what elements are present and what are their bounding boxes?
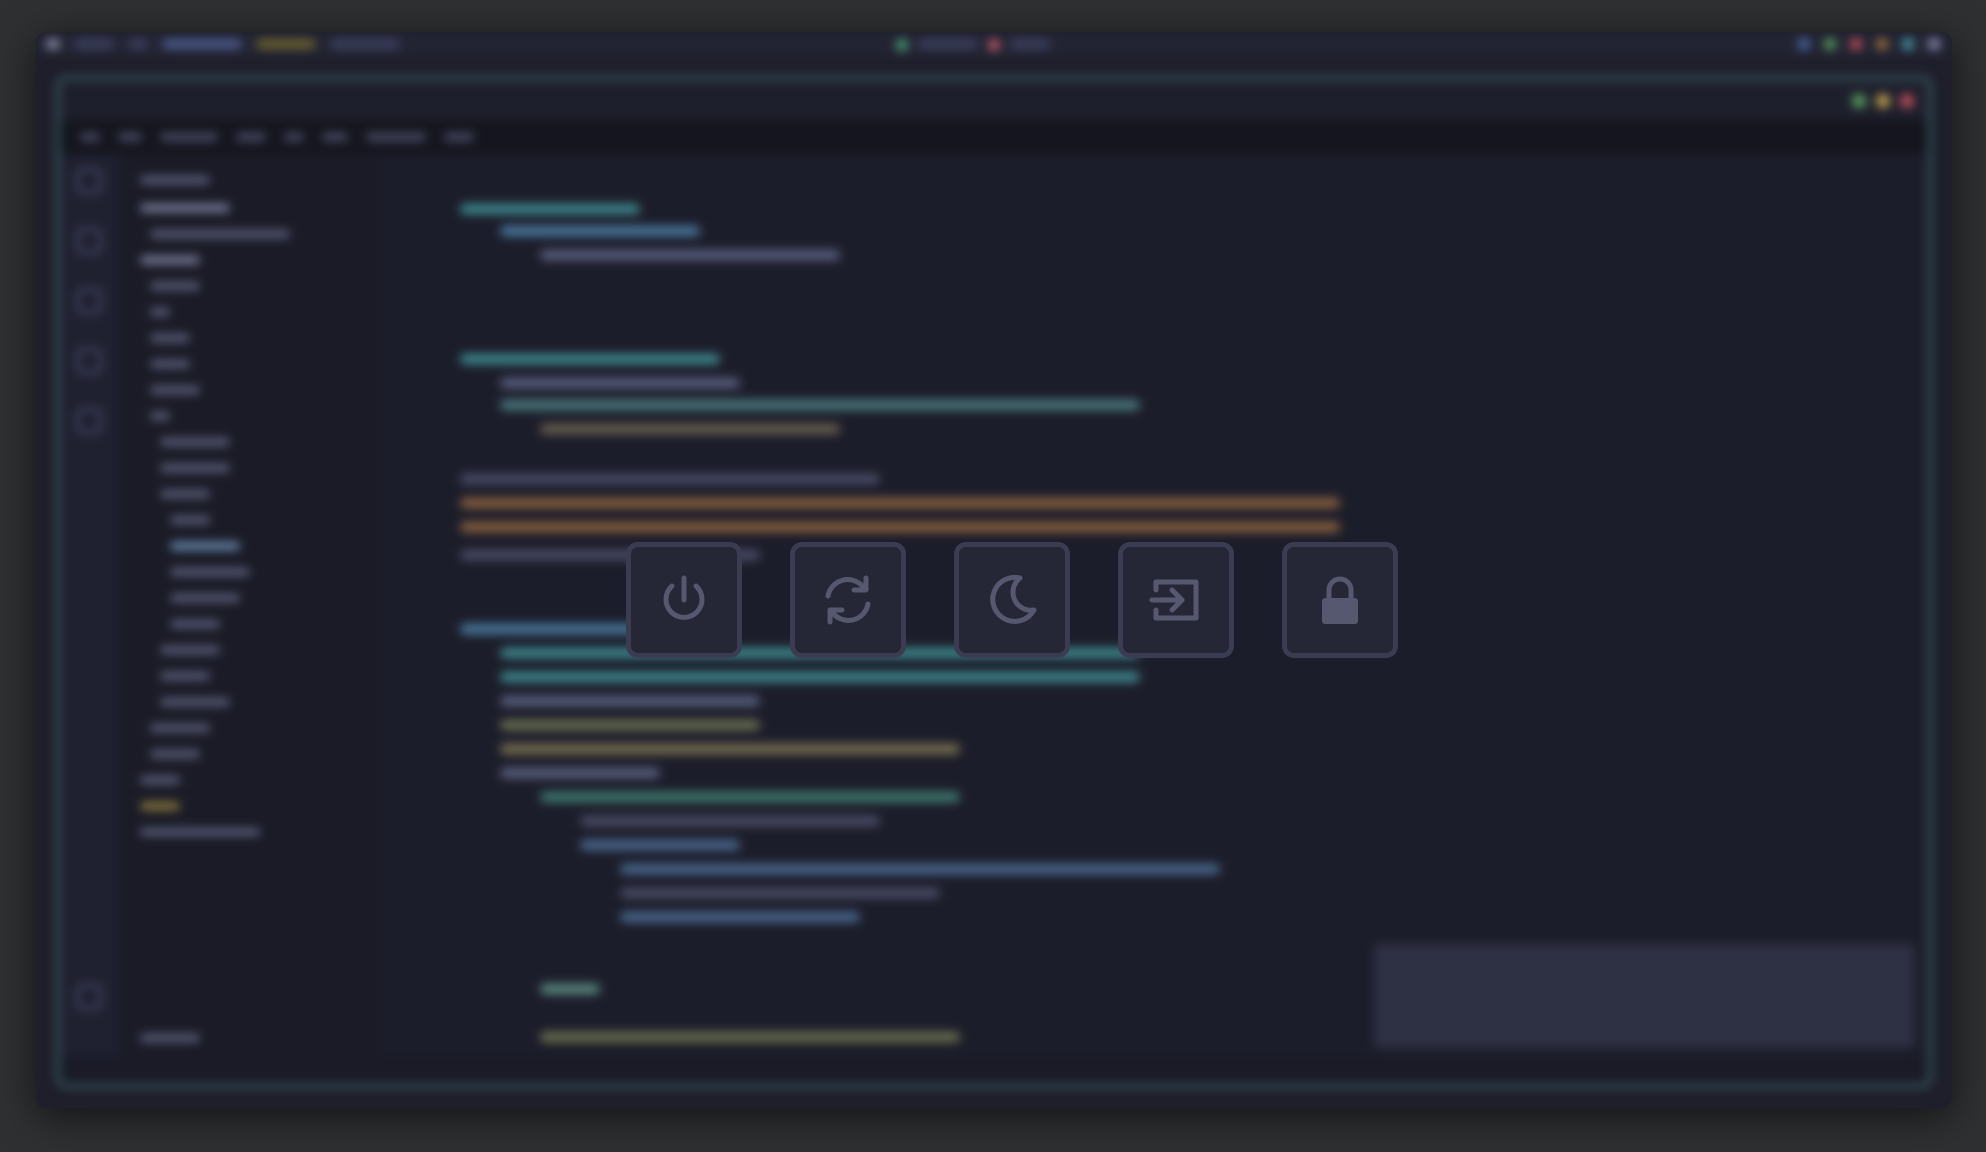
lock-icon bbox=[1322, 576, 1358, 624]
reboot-button[interactable]: reboot bbox=[790, 542, 906, 658]
moon-icon bbox=[990, 574, 1037, 624]
activity-bar bbox=[60, 154, 120, 1056]
logout-icon bbox=[1149, 579, 1199, 621]
notification-toast bbox=[1374, 944, 1914, 1048]
status-bar bbox=[60, 1056, 1928, 1084]
desktop: shutdown reboot suspend logout bbox=[36, 32, 1952, 1108]
power-menu: shutdown reboot suspend logout bbox=[626, 542, 1398, 658]
power-icon bbox=[663, 575, 705, 620]
shutdown-button[interactable]: shutdown bbox=[626, 542, 742, 658]
suspend-button[interactable]: suspend bbox=[954, 542, 1070, 658]
lock-button[interactable]: lock bbox=[1282, 542, 1398, 658]
editor-titlebar bbox=[60, 80, 1928, 120]
refresh-icon bbox=[825, 575, 871, 625]
top-panel bbox=[36, 32, 1952, 56]
editor-menubar bbox=[60, 120, 1928, 154]
file-explorer bbox=[120, 154, 380, 1068]
logout-button[interactable]: logout bbox=[1118, 542, 1234, 658]
